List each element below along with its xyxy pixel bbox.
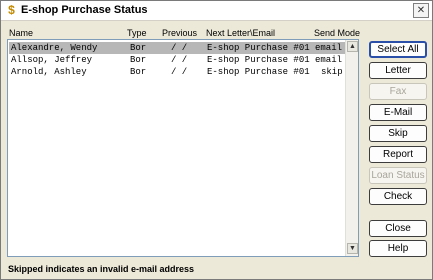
row-next-letter: E-shop Purchase #01 [207, 67, 310, 77]
vertical-scrollbar[interactable]: ▲ ▼ [345, 40, 358, 256]
table-row[interactable]: Arnold, Ashley Bor / / E-shop Purchase #… [9, 66, 345, 78]
close-button[interactable]: Close [369, 220, 427, 237]
row-name: Alexandre, Wendy [11, 43, 98, 53]
table-row[interactable]: Alexandre, Wendy Bor / / E-shop Purchase… [9, 42, 345, 54]
letter-button[interactable]: Letter [369, 62, 427, 79]
scroll-up-icon[interactable]: ▲ [347, 41, 358, 52]
row-previous: / / [171, 67, 188, 77]
row-previous: / / [171, 43, 188, 53]
window-title: E-shop Purchase Status [21, 4, 148, 16]
row-previous: / / [171, 55, 188, 65]
row-type: Bor [130, 43, 147, 53]
fax-button[interactable]: Fax [369, 83, 427, 100]
eshop-purchase-status-dialog: $ E-shop Purchase Status ✕ Name Type Pre… [0, 0, 433, 280]
email-button[interactable]: E-Mail [369, 104, 427, 121]
row-send-mode: skip [321, 67, 343, 77]
column-header-type[interactable]: Type [127, 28, 147, 38]
column-header-next-letter-email[interactable]: Next Letter\Email [206, 28, 275, 38]
report-button[interactable]: Report [369, 146, 427, 163]
check-button[interactable]: Check [369, 188, 427, 205]
column-header-name[interactable]: Name [9, 28, 33, 38]
table-row[interactable]: Allsop, Jeffrey Bor / / E-shop Purchase … [9, 54, 345, 66]
column-header-previous[interactable]: Previous [162, 28, 197, 38]
help-button[interactable]: Help [369, 240, 427, 257]
column-header-send-mode[interactable]: Send Mode [314, 28, 360, 38]
row-type: Bor [130, 67, 147, 77]
skip-button[interactable]: Skip [369, 125, 427, 142]
close-icon[interactable]: ✕ [413, 3, 429, 18]
row-send-mode: email [315, 55, 343, 65]
row-name: Arnold, Ashley [11, 67, 87, 77]
row-send-mode: email [315, 43, 343, 53]
row-next-letter: E-shop Purchase #01 [207, 55, 310, 65]
loan-status-button[interactable]: Loan Status [369, 167, 427, 184]
row-next-letter: E-shop Purchase #01 [207, 43, 310, 53]
patron-list[interactable]: Alexandre, Wendy Bor / / E-shop Purchase… [7, 39, 359, 257]
row-name: Allsop, Jeffrey [11, 55, 93, 65]
dollar-icon: $ [8, 3, 15, 17]
row-type: Bor [130, 55, 147, 65]
select-all-button[interactable]: Select All [369, 41, 427, 58]
scroll-down-icon[interactable]: ▼ [347, 243, 358, 254]
title-bar: $ E-shop Purchase Status ✕ [1, 1, 432, 21]
status-message: Skipped indicates an invalid e-mail addr… [8, 264, 195, 274]
